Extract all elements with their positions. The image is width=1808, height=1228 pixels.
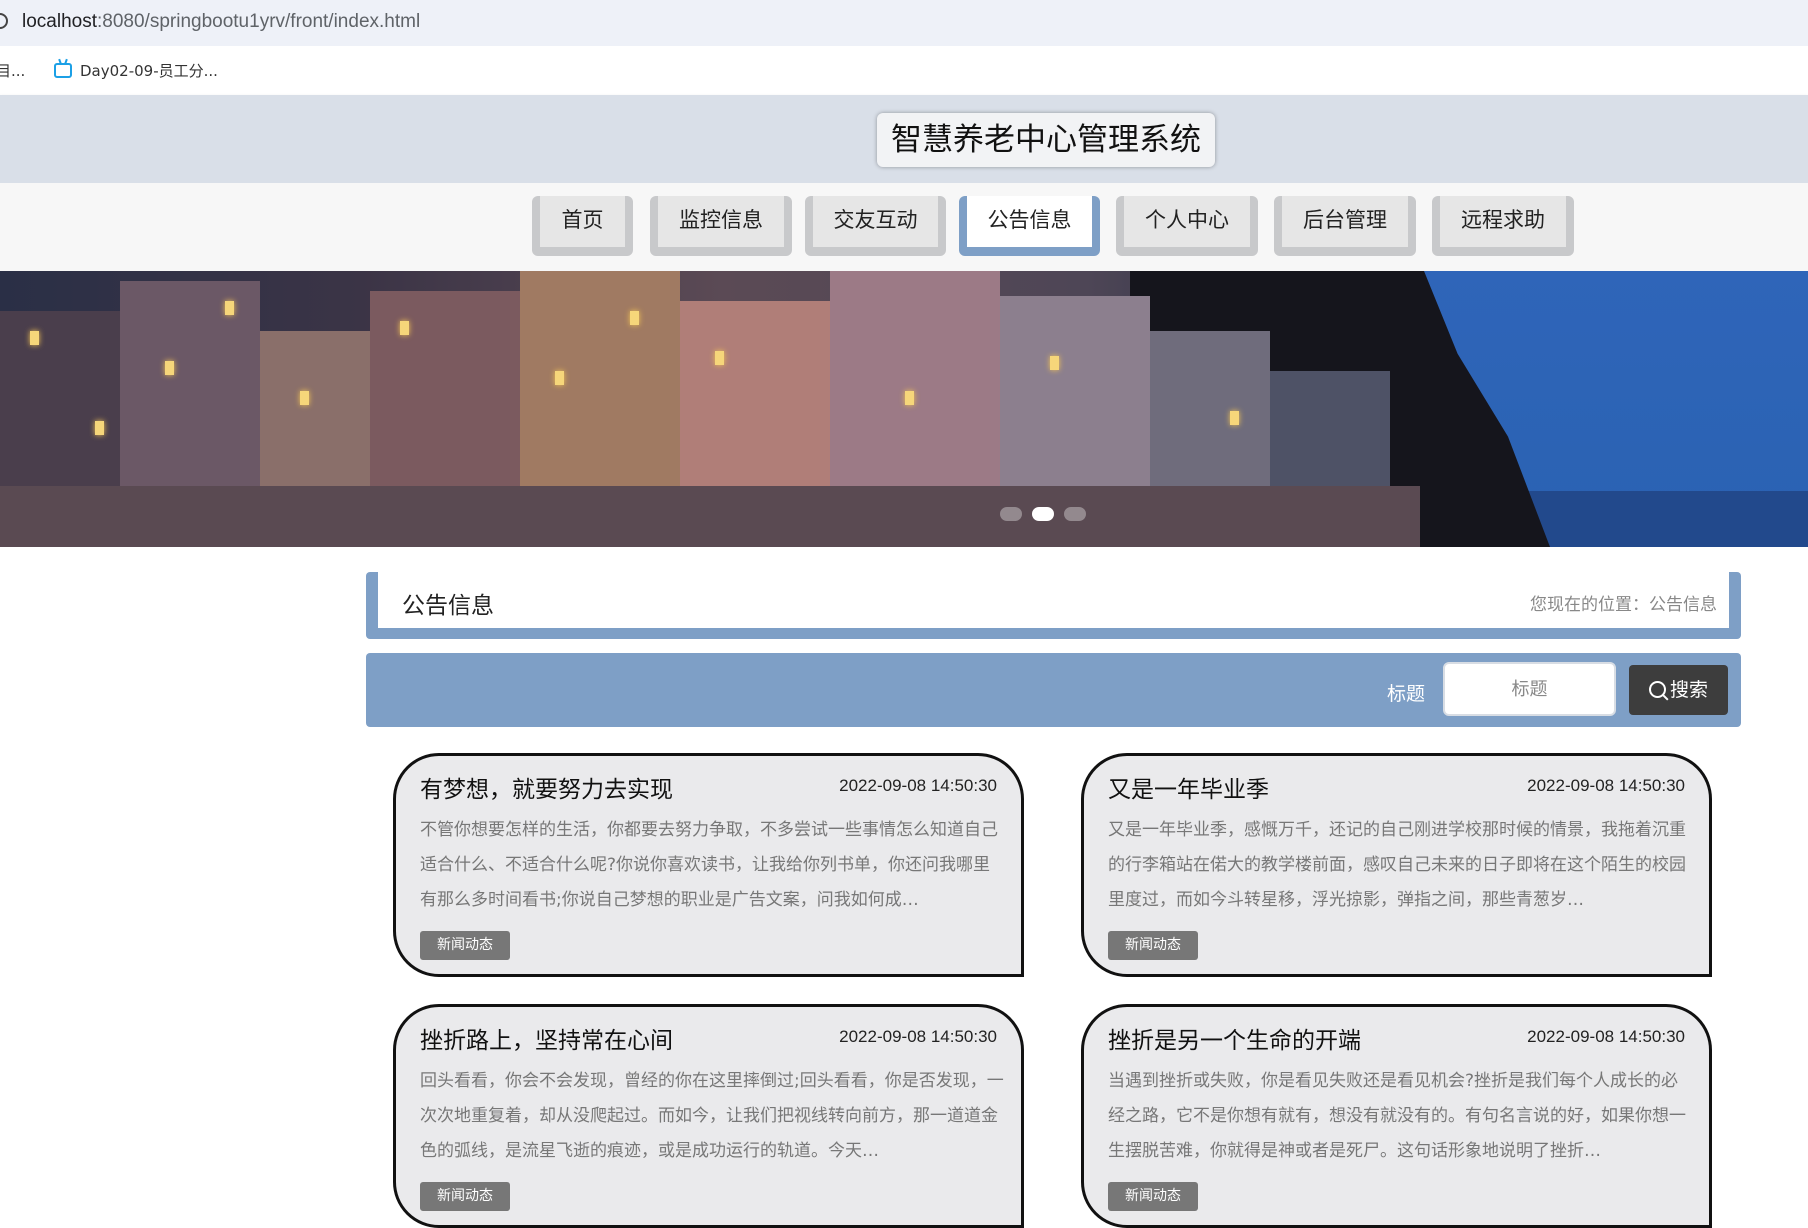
banner-lit-window [1050, 356, 1059, 370]
card-summary: 当遇到挫折或失败，你是看见失败还是看见机会?挫折是我们每个人成长的必经之路，它不… [1108, 1071, 1686, 1161]
breadcrumb: 公告信息 您现在的位置：公告信息 [366, 572, 1741, 639]
banner-street [0, 486, 1420, 547]
card-tag[interactable]: 新闻动态 [420, 931, 510, 960]
search-bar: 标题 搜索 [366, 653, 1741, 727]
banner-lit-window [30, 331, 39, 345]
card-summary: 又是一年毕业季，感慨万千，还记的自己刚进学校那时候的情景，我拖着沉重的行李箱站在… [1108, 820, 1686, 910]
banner-lit-window [1230, 411, 1239, 425]
nav-item-personal-center[interactable]: 个人中心 [1116, 196, 1258, 256]
banner-lit-window [555, 371, 564, 385]
card-summary: 回头看看，你会不会发现，曾经的你在这里摔倒过;回头看看，你是否发现，一次次地重复… [420, 1071, 1004, 1161]
site-info-icon[interactable] [0, 13, 8, 29]
card-tag[interactable]: 新闻动态 [1108, 1182, 1198, 1211]
nav-item-announcements[interactable]: 公告信息 [959, 196, 1100, 256]
card-summary: 不管你想要怎样的生活，你都要去努力争取，不多尝试一些事情怎么知道自己适合什么、不… [420, 820, 998, 910]
nav-item-social[interactable]: 交友互动 [805, 196, 946, 256]
card-date: 2022-09-08 14:50:30 [839, 776, 997, 795]
page-title: 公告信息 [402, 593, 494, 619]
nav-item-remote-help[interactable]: 远程求助 [1432, 196, 1574, 256]
bookmark-item-day02[interactable]: Day02-09-员工分... [54, 60, 218, 81]
bookmark-item[interactable]: 目... [0, 60, 25, 81]
banner-lit-window [630, 311, 639, 325]
carousel-dot-1[interactable] [1000, 507, 1022, 521]
card-tag[interactable]: 新闻动态 [1108, 931, 1198, 960]
card-title: 有梦想，就要努力去实现 [420, 777, 673, 803]
banner-lit-window [95, 421, 104, 435]
bookmarks-bar: 目... Day02-09-员工分... [0, 46, 1808, 94]
banner-lit-window [165, 361, 174, 375]
url-text[interactable]: localhost:8080/springbootu1yrv/front/ind… [22, 11, 420, 33]
card-date: 2022-09-08 14:50:30 [839, 1027, 997, 1046]
banner-lit-window [905, 391, 914, 405]
announcement-card[interactable]: 又是一年毕业季 2022-09-08 14:50:30 又是一年毕业季，感慨万千… [1081, 753, 1712, 977]
card-tag[interactable]: 新闻动态 [420, 1182, 510, 1211]
search-button[interactable]: 搜索 [1629, 665, 1728, 715]
title-search-input[interactable] [1443, 662, 1616, 716]
banner-lit-window [225, 301, 234, 315]
nav-item-home[interactable]: 首页 [532, 196, 633, 256]
card-title: 又是一年毕业季 [1108, 777, 1269, 803]
search-icon [1648, 681, 1666, 698]
search-label: 标题 [1387, 683, 1426, 705]
announcement-card[interactable]: 有梦想，就要努力去实现 2022-09-08 14:50:30 不管你想要怎样的… [393, 753, 1024, 977]
nav-item-monitoring[interactable]: 监控信息 [650, 196, 792, 256]
banner-carousel[interactable] [0, 271, 1808, 547]
announcement-card[interactable]: 挫折是另一个生命的开端 2022-09-08 14:50:30 当遇到挫折或失败… [1081, 1004, 1712, 1228]
site-header: 智慧养老中心管理系统 [0, 95, 1808, 183]
card-title: 挫折路上，坚持常在心间 [420, 1028, 673, 1054]
announcement-card[interactable]: 挫折路上，坚持常在心间 2022-09-08 14:50:30 回头看看，你会不… [393, 1004, 1024, 1228]
card-date: 2022-09-08 14:50:30 [1527, 776, 1685, 795]
carousel-dot-3[interactable] [1064, 507, 1086, 521]
card-title: 挫折是另一个生命的开端 [1108, 1028, 1361, 1054]
carousel-indicators [1000, 507, 1086, 521]
browser-address-bar[interactable]: localhost:8080/springbootu1yrv/front/ind… [0, 0, 1808, 47]
main-nav: 首页 监控信息 交友互动 公告信息 个人中心 后台管理 远程求助 [0, 183, 1808, 271]
carousel-dot-2[interactable] [1032, 507, 1054, 521]
banner-lit-window [400, 321, 409, 335]
nav-item-admin[interactable]: 后台管理 [1274, 196, 1416, 256]
breadcrumb-location: 您现在的位置：公告信息 [1530, 595, 1717, 615]
card-date: 2022-09-08 14:50:30 [1527, 1027, 1685, 1046]
banner-lit-window [715, 351, 724, 365]
banner-lit-window [300, 391, 309, 405]
bilibili-tv-icon [54, 63, 72, 78]
site-title: 智慧养老中心管理系统 [877, 113, 1215, 167]
